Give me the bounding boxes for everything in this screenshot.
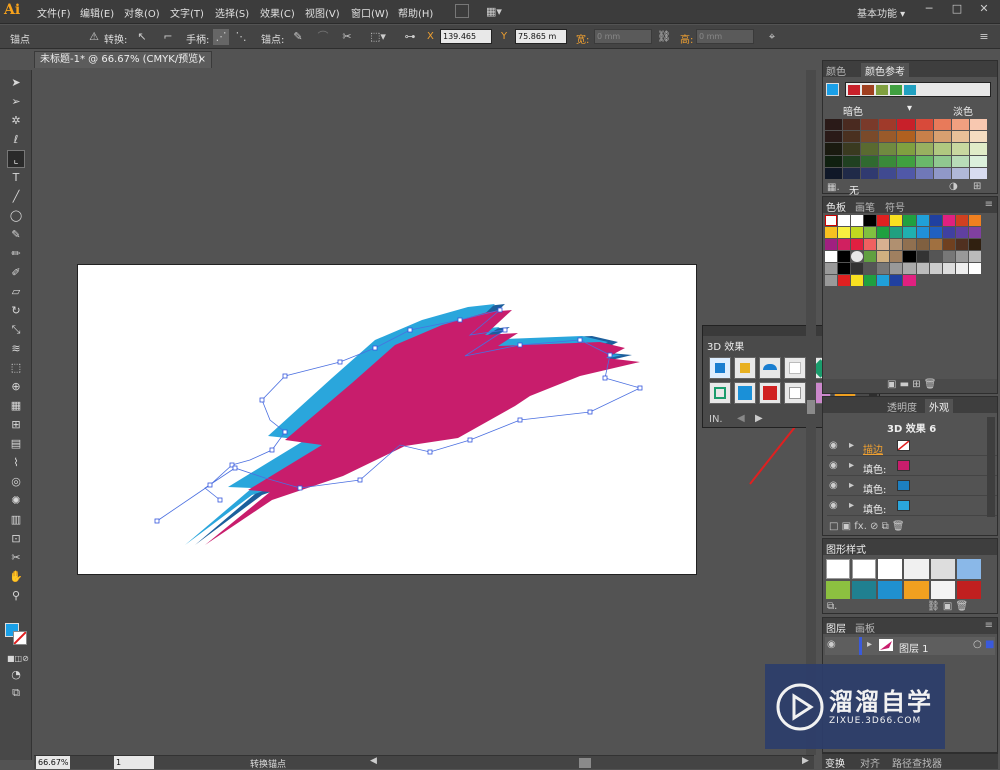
shape-front-face — [205, 310, 640, 545]
scroll-right-icon[interactable]: ▶ — [802, 756, 809, 766]
swatch-grid[interactable] — [825, 215, 981, 286]
tab-swatches[interactable]: 色板 — [826, 199, 846, 214]
dark-label: 暗色 — [843, 107, 863, 118]
tab-transparency[interactable]: 透明度 — [887, 399, 917, 414]
visibility-eye-icon[interactable]: ◉ — [829, 500, 838, 511]
fill-label: 填色: — [863, 465, 887, 476]
tab-graphic-styles[interactable]: 图形样式 — [826, 541, 866, 556]
swatch-menu-icon[interactable]: ≡ — [985, 199, 993, 210]
fill-swatch-teal[interactable] — [897, 500, 910, 511]
watermark-title: 溜溜自学 — [829, 688, 933, 716]
tab-brushes[interactable]: 画笔 — [855, 199, 875, 214]
layer-expand-icon[interactable]: ▸ — [867, 639, 872, 650]
tab-transform[interactable]: 变换 — [825, 755, 845, 770]
appearance-footer-icons[interactable]: □ ▣ fx. ⊘ ⧉ 🗑 — [829, 521, 905, 532]
layer-visibility-icon[interactable]: ◉ — [827, 639, 836, 650]
3d-style-arc[interactable] — [759, 357, 781, 379]
appearance-panel-tabs: 透明度 外观 — [823, 397, 997, 414]
3d-style-blue-box[interactable] — [734, 382, 756, 404]
3d-panel-library-menu[interactable]: IN. — [709, 414, 723, 425]
tab-pathfinder[interactable]: 路径查找器 — [892, 755, 942, 770]
graphic-styles-actions[interactable]: ⛓ ▣ 🗑 — [927, 601, 968, 612]
page-field[interactable]: 1 — [114, 756, 154, 769]
tab-symbols[interactable]: 符号 — [885, 199, 905, 214]
layers-tabs: 图层 画板 ≡ — [823, 618, 997, 635]
none-label: 无 — [849, 186, 859, 197]
fill-label: 填色: — [863, 505, 887, 516]
base-color-swatch[interactable] — [826, 83, 839, 96]
bottom-panel-tabs: 变换 对齐 路径查找器 — [822, 753, 998, 770]
swatch-panel-tabs: 色板 画笔 符号 ≡ — [823, 197, 997, 214]
3d-style-flat[interactable] — [784, 357, 806, 379]
layer-thumbnail — [879, 639, 893, 651]
scroll-left-icon[interactable]: ◀ — [370, 756, 377, 766]
graphic-styles-footer[interactable]: ⧉. — [827, 601, 837, 612]
3d-style-gold[interactable] — [734, 357, 756, 379]
light-label: 淡色 — [953, 107, 973, 118]
appearance-panel: 透明度 外观 3D 效果 6 ◉ ▸ 描边 ◉ ▸ 填色: ◉ ▸ 填色: ◉ … — [822, 396, 998, 536]
layer-selected-icon[interactable]: ■ — [985, 639, 994, 650]
swatch-lib-icon[interactable]: ▦. — [827, 182, 840, 193]
tab-color[interactable]: 颜色 — [826, 63, 846, 78]
3d-style-red[interactable] — [759, 382, 781, 404]
play-logo-icon — [776, 683, 824, 731]
layer-name[interactable]: 图层 1 — [899, 640, 929, 655]
tab-align[interactable]: 对齐 — [860, 755, 880, 770]
color-guide-grid[interactable] — [825, 119, 987, 179]
zoom-field[interactable]: 66.67% — [36, 756, 70, 769]
expand-icon[interactable]: ▸ — [849, 480, 854, 491]
harmony-bar[interactable] — [845, 82, 991, 97]
stroke-swatch[interactable] — [897, 440, 910, 451]
tab-layers[interactable]: 图层 — [826, 620, 846, 635]
visibility-eye-icon[interactable]: ◉ — [829, 480, 838, 491]
status-bar: 66.67% 1 转换锚点 ◀ ▶ — [34, 755, 814, 770]
new-swatch-icon[interactable]: ▣ ▬ ⊞ 🗑 — [887, 379, 937, 390]
tab-color-guide[interactable]: 颜色参考 — [861, 63, 909, 78]
appearance-row-fill-1[interactable]: ◉ ▸ 填色: — [827, 457, 997, 476]
h-scrollbar-thumb[interactable] — [579, 758, 591, 768]
layer-color-bar — [859, 637, 862, 655]
color-panel-menu-icon[interactable]: ⊞ — [973, 181, 981, 192]
expand-icon[interactable]: ▸ — [849, 500, 854, 511]
prev-icon[interactable]: ◀ — [737, 413, 745, 424]
fill-label: 填色: — [863, 485, 887, 496]
expand-icon[interactable]: ▸ — [849, 460, 854, 471]
graphic-styles-panel: 图形样式 ⧉. ⛓ ▣ 🗑 — [822, 538, 998, 614]
visibility-eye-icon[interactable]: ◉ — [829, 440, 838, 451]
tool-status: 转换锚点 — [250, 760, 287, 770]
stroke-label[interactable]: 描边 — [863, 441, 883, 456]
appearance-row-fill-2[interactable]: ◉ ▸ 填色: — [827, 477, 997, 496]
appearance-row-stroke[interactable]: ◉ ▸ 描边 — [827, 437, 997, 456]
swatches-panel: 色板 画笔 符号 ≡ ▣ ▬ ⊞ 🗑 — [822, 196, 998, 394]
v-scrollbar[interactable] — [806, 70, 816, 755]
appearance-row-fill-3[interactable]: ◉ ▸ 填色: — [827, 497, 997, 516]
v-scrollbar-thumb[interactable] — [807, 400, 815, 414]
expand-icon[interactable]: ▸ — [849, 440, 854, 451]
tab-appearance[interactable]: 外观 — [925, 399, 953, 414]
watermark-url: ZIXUE.3D66.COM — [829, 716, 922, 726]
layer-target-icon[interactable]: ○ — [973, 639, 982, 650]
graphic-styles-grid[interactable] — [826, 559, 981, 599]
fill-swatch-blue[interactable] — [897, 480, 910, 491]
edit-colors-icon[interactable]: ◑ — [949, 181, 958, 192]
3d-style-white-box[interactable] — [784, 382, 806, 404]
color-panel: 颜色 颜色参考 暗色 ▾ 淡色 ▦. 无 ◑ ⊞ — [822, 60, 998, 197]
3d-panel-title: 3D 效果 — [707, 342, 745, 353]
swatch-footer: ▣ ▬ ⊞ 🗑 — [823, 379, 997, 393]
appearance-scrollbar[interactable] — [987, 417, 995, 517]
3d-style-outline[interactable] — [709, 382, 731, 404]
color-panel-tabs: 颜色 颜色参考 — [823, 61, 997, 78]
dropdown-icon[interactable]: ▾ — [907, 103, 912, 114]
tab-artboards[interactable]: 画板 — [855, 620, 875, 635]
next-icon[interactable]: ▶ — [755, 413, 763, 424]
appearance-title: 3D 效果 6 — [887, 424, 937, 435]
3d-style-cube[interactable] — [709, 357, 731, 379]
layers-menu-icon[interactable]: ≡ — [985, 620, 993, 631]
fill-swatch-magenta[interactable] — [897, 460, 910, 471]
watermark-logo: 溜溜自学 ZIXUE.3D66.COM — [765, 664, 945, 749]
layer-row[interactable]: ◉ ▸ 图层 1 ○ ■ — [825, 637, 995, 655]
visibility-eye-icon[interactable]: ◉ — [829, 460, 838, 471]
graphic-styles-tabs: 图形样式 — [823, 539, 997, 556]
